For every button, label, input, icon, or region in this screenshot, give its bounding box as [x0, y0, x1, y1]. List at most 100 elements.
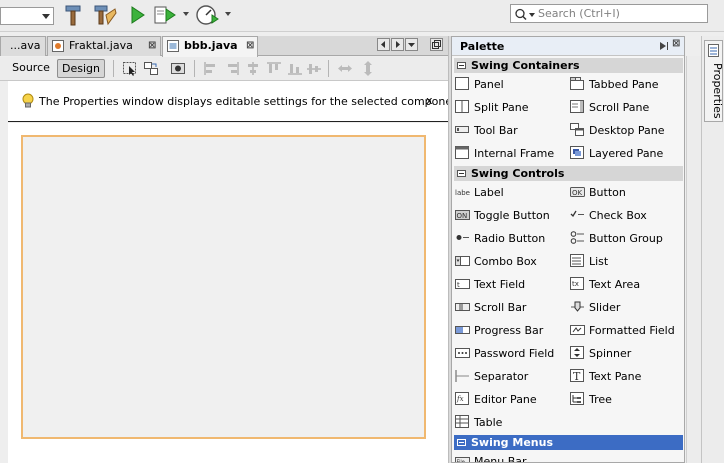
palette-item-label: Panel: [474, 78, 504, 91]
palette-item-label: Button: [589, 186, 626, 199]
design-canvas[interactable]: [8, 123, 448, 463]
profile-icon[interactable]: [194, 3, 220, 27]
palette-item-editor-pane[interactable]: fx Editor Pane: [453, 389, 567, 409]
tree-icon: [570, 392, 584, 405]
palette-item-internal-frame[interactable]: Internal Frame: [453, 143, 567, 163]
run-icon[interactable]: [128, 3, 148, 27]
palette-item-menu-bar[interactable]: File Menu Bar: [453, 451, 567, 462]
palette-item-label: Combo Box: [474, 255, 537, 268]
selection-mode-icon[interactable]: [122, 61, 138, 76]
toolbar-separator: [328, 60, 329, 77]
palette-category-swing-menus[interactable]: Swing Menus: [454, 435, 683, 450]
panel-icon: [455, 77, 469, 90]
close-banner-button[interactable]: x: [426, 94, 433, 107]
search-input[interactable]: Search (Ctrl+I): [510, 4, 708, 23]
svg-text:label: label: [455, 189, 470, 197]
palette-item-formatted-field[interactable]: Formatted Field: [568, 320, 682, 340]
scroll-tabs-left-button[interactable]: [377, 38, 390, 51]
palette-item-label: Scroll Bar: [474, 301, 527, 314]
palette-item-text-area[interactable]: tx Text Area: [568, 274, 682, 294]
close-icon[interactable]: ⊠: [148, 37, 156, 55]
minimize-window-icon[interactable]: [659, 41, 669, 51]
palette-item-tool-bar[interactable]: Tool Bar: [453, 120, 567, 140]
debug-icon[interactable]: [153, 3, 177, 27]
preview-design-icon[interactable]: [170, 61, 186, 76]
palette-item-password-field[interactable]: Password Field: [453, 343, 567, 363]
align-top-icon[interactable]: [266, 61, 282, 76]
build-hammer-icon[interactable]: [62, 3, 84, 27]
palette-item-scroll-bar[interactable]: Scroll Bar: [453, 297, 567, 317]
source-view-button[interactable]: Source: [8, 59, 54, 78]
clean-build-icon[interactable]: [92, 3, 118, 27]
palette-item-label: Text Area: [589, 278, 641, 291]
close-icon[interactable]: ⊠: [672, 38, 680, 49]
tab-bbb-java[interactable]: bbb.java ⊠: [162, 36, 258, 57]
palette-item-scroll-pane[interactable]: Scroll Pane: [568, 97, 682, 117]
palette-item-check-box[interactable]: Check Box: [568, 205, 682, 225]
jframe-form-panel[interactable]: [21, 135, 426, 439]
palette-item-list[interactable]: List: [568, 251, 682, 271]
connection-mode-icon[interactable]: [143, 61, 159, 76]
editor-pane-icon: fx: [455, 392, 469, 405]
debug-dropdown-arrow-icon[interactable]: [183, 12, 189, 16]
palette-item-table[interactable]: Table: [453, 412, 567, 432]
tab-fraktal-java[interactable]: Fraktal.java ⊠: [47, 36, 161, 56]
palette-item-combo-box[interactable]: Combo Box: [453, 251, 567, 271]
palette-item-label: Tool Bar: [474, 124, 518, 137]
resize-vertical-icon[interactable]: [360, 61, 376, 76]
tab-ava[interactable]: ...ava: [0, 36, 46, 56]
editor-tab-bar: ...ava Fraktal.java ⊠ bbb.java ⊠: [0, 36, 448, 57]
palette-item-slider[interactable]: Slider: [568, 297, 682, 317]
toggle-button-icon: ON: [455, 210, 470, 220]
properties-icon: [708, 44, 719, 57]
palette-title-bar: Palette ⊠: [452, 37, 684, 56]
palette-item-tree[interactable]: Tree: [568, 389, 682, 409]
tab-list-button[interactable]: [405, 38, 418, 51]
slider-icon: [571, 301, 584, 312]
palette-item-text-field[interactable]: t Text Field: [453, 274, 567, 294]
info-banner: The Properties window displays editable …: [8, 81, 473, 122]
palette-item-label: Desktop Pane: [589, 124, 665, 137]
palette-item-text-pane[interactable]: T Text Pane: [568, 366, 682, 386]
palette-item-label: Editor Pane: [474, 393, 537, 406]
palette-item-tabbed-pane[interactable]: Tabbed Pane: [568, 74, 682, 94]
align-left-icon[interactable]: [203, 61, 219, 76]
align-bottom-icon[interactable]: [287, 61, 303, 76]
palette-item-button[interactable]: OK Button: [568, 182, 682, 202]
palette-item-spinner[interactable]: Spinner: [568, 343, 682, 363]
close-icon[interactable]: ⊠: [246, 37, 254, 55]
center-horizontally-icon[interactable]: [245, 61, 261, 76]
scroll-tabs-right-button[interactable]: [391, 38, 404, 51]
configuration-combo[interactable]: [0, 7, 54, 25]
align-right-icon[interactable]: [224, 61, 240, 76]
design-view-button[interactable]: Design: [57, 59, 105, 78]
palette-item-progress-bar[interactable]: Progress Bar: [453, 320, 567, 340]
palette-category-swing-controls[interactable]: Swing Controls: [454, 166, 683, 181]
maximize-window-button[interactable]: [430, 38, 443, 51]
palette-item-separator[interactable]: Separator: [453, 366, 567, 386]
tab-label: bbb.java: [184, 39, 238, 52]
toolbar-separator: [113, 60, 114, 77]
profile-dropdown-arrow-icon[interactable]: [225, 12, 231, 16]
palette-category-swing-containers[interactable]: Swing Containers: [454, 58, 683, 73]
palette-item-button-group[interactable]: Button Group: [568, 228, 682, 248]
properties-tab[interactable]: Properties: [704, 40, 724, 122]
check-box-icon: [570, 210, 584, 218]
arrow-right-icon: [396, 41, 400, 48]
center-vertically-icon[interactable]: [306, 61, 322, 76]
palette-item-desktop-pane[interactable]: Desktop Pane: [568, 120, 682, 140]
button-icon: OK: [570, 187, 585, 197]
tool-bar-icon: [455, 126, 469, 133]
palette-item-label[interactable]: label Label: [453, 182, 567, 202]
resize-horizontal-icon[interactable]: [337, 61, 353, 76]
palette-scrollbar[interactable]: [686, 56, 701, 463]
palette-item-label: Check Box: [589, 209, 647, 222]
palette-item-split-pane[interactable]: Split Pane: [453, 97, 567, 117]
palette-title: Palette: [460, 40, 505, 53]
palette-item-radio-button[interactable]: Radio Button: [453, 228, 567, 248]
category-label: Swing Controls: [471, 167, 565, 180]
palette-item-layered-pane[interactable]: Layered Pane: [568, 143, 682, 163]
combo-box-icon: [455, 256, 470, 266]
palette-item-panel[interactable]: Panel: [453, 74, 567, 94]
palette-item-toggle-button[interactable]: ON Toggle Button: [453, 205, 567, 225]
